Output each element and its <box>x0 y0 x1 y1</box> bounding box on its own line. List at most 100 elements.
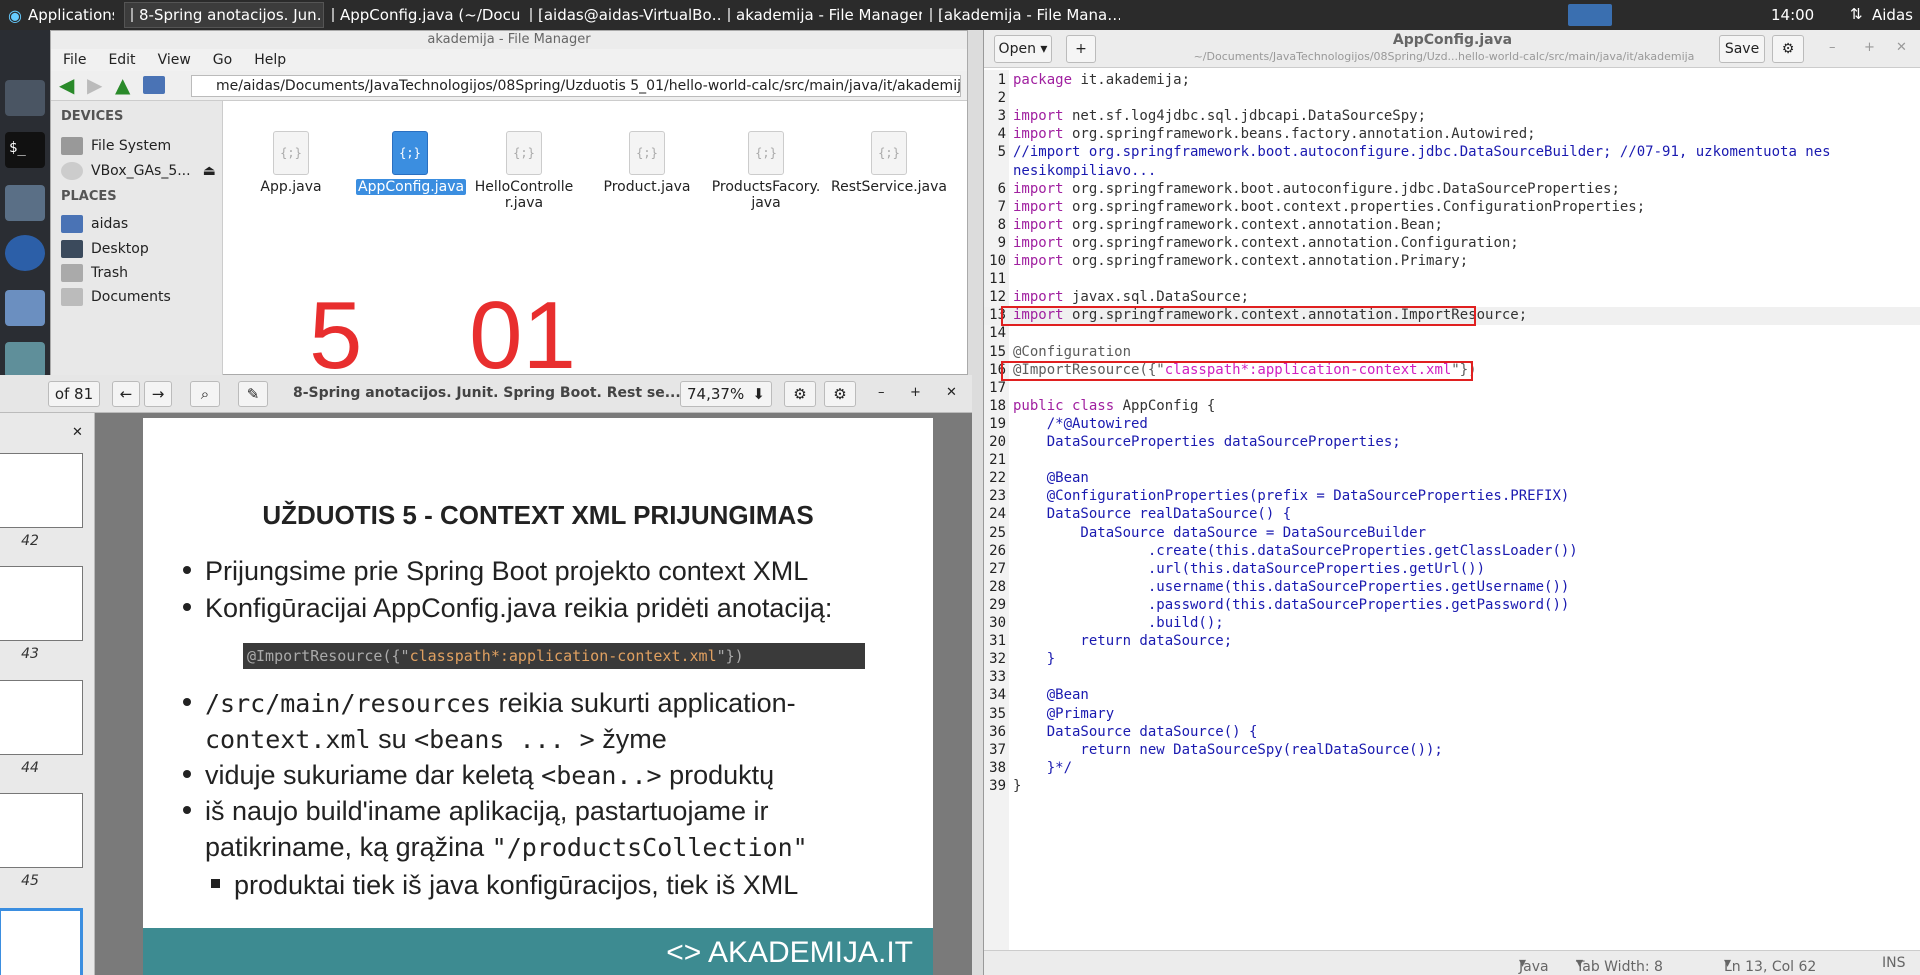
code-line[interactable]: //import org.springframework.boot.autoco… <box>1013 144 1831 160</box>
tab-width-select[interactable]: Tab Width: 8 ▾ <box>1576 955 1663 975</box>
language-select[interactable]: Java ▾ <box>1519 955 1549 975</box>
code-line[interactable]: DataSource dataSource = DataSourceBuilde… <box>1013 525 1426 541</box>
code-line[interactable]: import org.springframework.context.annot… <box>1013 235 1519 251</box>
code-line[interactable]: .username(this.dataSourceProperties.getU… <box>1013 579 1569 595</box>
code-line[interactable]: /*@Autowired <box>1013 416 1148 432</box>
file-item[interactable]: {;} Product.java <box>593 131 701 195</box>
gear-icon[interactable]: ⚙ <box>1772 35 1804 63</box>
sidebar-item-aidas[interactable]: aidas <box>61 213 128 235</box>
search-icon[interactable]: ⌕ <box>190 381 220 407</box>
eject-icon[interactable]: ⏏ <box>203 163 216 179</box>
code-line[interactable]: @Configuration <box>1013 344 1131 360</box>
code-line[interactable]: @Bean <box>1013 470 1089 486</box>
gear-icon[interactable]: ⚙ <box>784 381 816 407</box>
back-icon[interactable]: ◀ <box>59 73 74 97</box>
minimize-icon[interactable]: – <box>1829 40 1836 55</box>
java-file-icon: {;} <box>748 131 784 175</box>
user-menu[interactable]: Aidas <box>1866 2 1920 28</box>
thumbnail[interactable] <box>0 680 83 755</box>
maximize-icon[interactable]: + <box>1864 40 1875 55</box>
web-browser-icon[interactable] <box>5 235 45 271</box>
page-indicator[interactable]: of 81 <box>48 381 100 407</box>
code-line[interactable]: import org.springframework.boot.autoconf… <box>1013 181 1620 197</box>
sidebar-item-trash[interactable]: Trash <box>61 262 128 284</box>
menu-go[interactable]: Go <box>213 52 232 68</box>
zoom-select[interactable]: 74,37% ⬇ <box>680 381 772 407</box>
save-button[interactable]: Save <box>1719 35 1765 63</box>
code-line[interactable]: import org.springframework.context.annot… <box>1013 217 1443 233</box>
show-desktop-icon[interactable] <box>5 80 45 116</box>
code-line[interactable]: import org.springframework.beans.factory… <box>1013 126 1536 142</box>
code-line[interactable]: return dataSource; <box>1013 633 1232 649</box>
code-line[interactable]: DataSourceProperties dataSourcePropertie… <box>1013 434 1401 450</box>
code-line[interactable]: .create(this.dataSourceProperties.getCla… <box>1013 543 1578 559</box>
code-line[interactable]: public class AppConfig { <box>1013 398 1215 414</box>
prev-page-icon[interactable]: ← <box>112 381 140 407</box>
menu-help[interactable]: Help <box>254 52 286 68</box>
menu-view[interactable]: View <box>158 52 191 68</box>
code-line[interactable]: import net.sf.log4jdbc.sql.jdbcapi.DataS… <box>1013 108 1426 124</box>
code-line[interactable]: DataSource dataSource() { <box>1013 724 1258 740</box>
line-number: 4 <box>997 126 1006 143</box>
folder-icon[interactable] <box>5 290 45 326</box>
task-text-editor[interactable]: AppConfig.java (~/Docu… <box>326 2 522 28</box>
minimize-icon[interactable]: – <box>878 385 885 400</box>
close-icon[interactable]: ✕ <box>1896 40 1907 55</box>
sidebar-item-file-system[interactable]: File System <box>61 135 171 157</box>
file-item[interactable]: {;} App.java <box>237 131 345 195</box>
code-line[interactable]: .password(this.dataSourceProperties.getP… <box>1013 597 1569 613</box>
address-bar[interactable]: me/aidas/Documents/JavaTechnologijos/08S… <box>191 75 961 97</box>
pdf-icon <box>131 8 133 22</box>
task-terminal[interactable]: [aidas@aidas-VirtualBo… <box>524 2 720 28</box>
code-line[interactable]: import org.springframework.context.annot… <box>1013 253 1468 269</box>
task-file-manager-2[interactable]: [akademija - File Mana… <box>924 2 1120 28</box>
network-icon[interactable]: ⇅ <box>1850 5 1863 23</box>
menu-edit[interactable]: Edit <box>108 52 135 68</box>
clock[interactable]: 14:00 <box>1765 2 1830 28</box>
code-line[interactable]: package it.akademija; <box>1013 72 1190 88</box>
up-icon[interactable]: ▲ <box>115 73 130 97</box>
maximize-icon[interactable]: + <box>910 385 921 400</box>
code-line[interactable]: import javax.sql.DataSource; <box>1013 289 1249 305</box>
app-finder-icon[interactable] <box>5 342 45 378</box>
sidebar-item-desktop[interactable]: Desktop <box>61 238 149 260</box>
home-folder-icon[interactable] <box>5 185 45 221</box>
code-line[interactable]: DataSource realDataSource() { <box>1013 506 1291 522</box>
task-file-manager[interactable]: akademija - File Manager <box>722 2 922 28</box>
code-line[interactable]: .build(); <box>1013 615 1224 631</box>
code-line[interactable]: return new DataSourceSpy(realDataSource(… <box>1013 742 1442 758</box>
close-icon[interactable]: ✕ <box>72 425 83 440</box>
thumbnail[interactable] <box>0 566 83 641</box>
code-area[interactable]: 1 package it.akademija; 2 3 import net.sf.lo… <box>984 70 1920 950</box>
code-line[interactable]: .url(this.dataSourceProperties.getUrl()) <box>1013 561 1485 577</box>
settings-icon[interactable]: ⚙ <box>824 381 856 407</box>
code-line[interactable]: } <box>1013 778 1021 794</box>
code-line[interactable]: } <box>1013 651 1055 667</box>
code-line[interactable]: }*/ <box>1013 760 1072 776</box>
thumbnail[interactable] <box>0 453 83 528</box>
code-line[interactable]: @Primary <box>1013 706 1114 722</box>
home-icon[interactable] <box>143 76 165 94</box>
sidebar-item-documents[interactable]: Documents <box>61 286 171 308</box>
terminal-icon[interactable]: $_ <box>5 132 45 168</box>
annotate-icon[interactable]: ✎ <box>238 381 268 407</box>
thumbnail-current[interactable] <box>0 908 83 975</box>
menu-file[interactable]: File <box>63 52 86 68</box>
code-line[interactable]: import org.springframework.boot.context.… <box>1013 199 1645 215</box>
file-item-selected[interactable]: {;} AppConfig.java <box>356 131 467 195</box>
thumbnail[interactable] <box>0 793 83 868</box>
code-line[interactable]: @ConfigurationProperties(prefix = DataSo… <box>1013 488 1570 504</box>
cursor-position[interactable]: Ln 13, Col 62 ▾ <box>1724 955 1816 975</box>
applications-menu[interactable]: ◉ Applications <box>2 2 114 28</box>
next-page-icon[interactable]: → <box>144 381 172 407</box>
code-line[interactable]: @Bean <box>1013 687 1089 703</box>
sidebar-item-vbox[interactable]: VBox_GAs_5... ⏏ <box>61 160 216 182</box>
task-pdf-viewer[interactable]: 8-Spring anotacijos. Jun… <box>124 2 324 28</box>
file-item[interactable]: {;} RestService.java <box>829 131 949 195</box>
file-item[interactable]: {;} ProductsFacory.java <box>711 131 821 211</box>
close-icon[interactable]: ✕ <box>946 385 957 400</box>
file-item[interactable]: {;} HelloController.java <box>474 131 574 211</box>
tray-icons[interactable] <box>1568 4 1612 26</box>
code-line[interactable]: nesikompiliavo... <box>1013 163 1156 179</box>
forward-icon[interactable]: ▶ <box>87 73 102 97</box>
